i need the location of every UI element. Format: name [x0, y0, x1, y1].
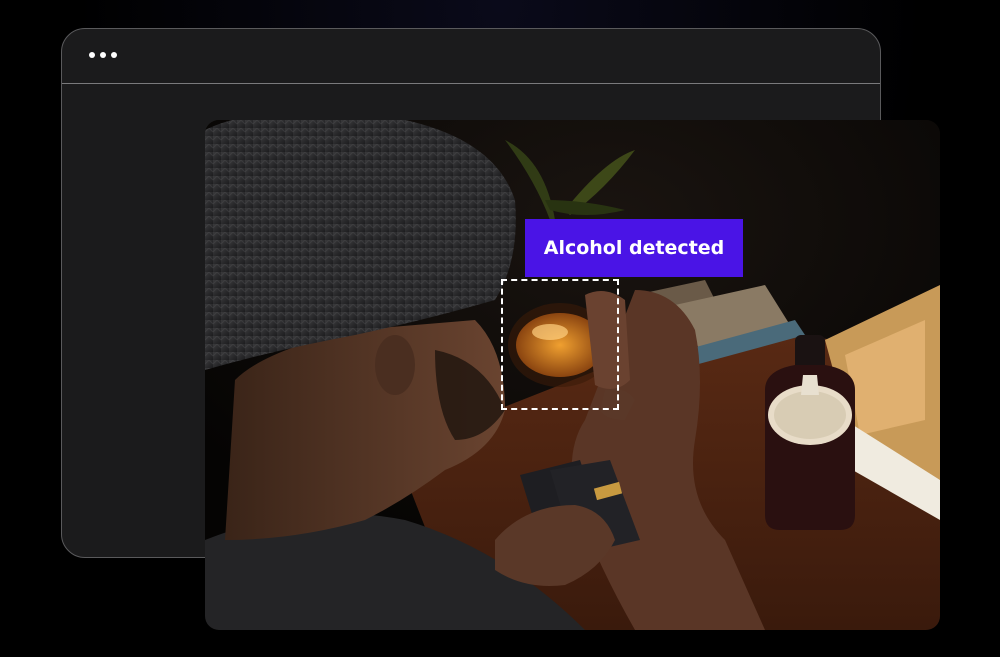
window-title-bar [62, 29, 880, 84]
window-dot-icon [111, 52, 117, 58]
detection-label-badge: Alcohol detected [525, 219, 743, 277]
window-controls-icon[interactable] [89, 52, 117, 58]
window-dot-icon [89, 52, 95, 58]
detection-bounding-box [501, 279, 619, 410]
page: Alcohol detected [0, 0, 1000, 657]
person-ear [375, 335, 415, 395]
window-dot-icon [100, 52, 106, 58]
